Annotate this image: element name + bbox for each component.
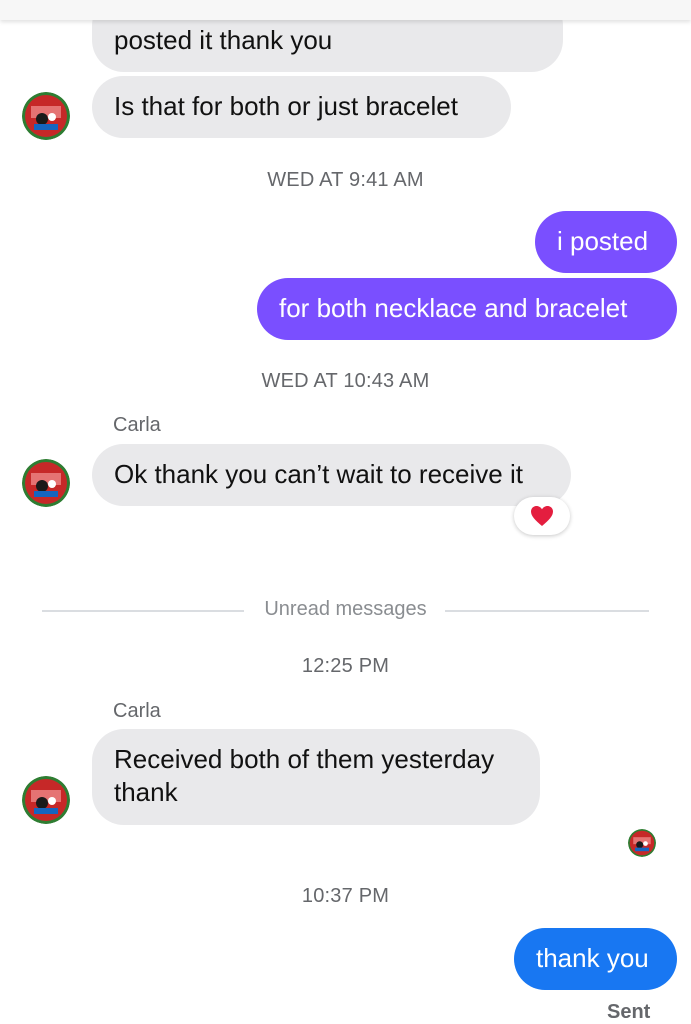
unread-label: Unread messages xyxy=(264,598,427,620)
message-status: Sent xyxy=(607,1001,651,1023)
unread-divider: Unread messages xyxy=(42,598,649,624)
incoming-message[interactable]: Is that for both or just bracelet xyxy=(92,76,511,138)
timestamp: WED AT 9:41 AM xyxy=(267,169,424,191)
outgoing-message[interactable]: for both necklace and bracelet xyxy=(257,278,677,340)
contact-avatar[interactable] xyxy=(22,459,70,507)
incoming-message[interactable]: Received both of them yesterday thank xyxy=(92,729,540,825)
message-text: Received both of them yesterday thank xyxy=(114,744,495,807)
outgoing-message[interactable]: i posted xyxy=(535,211,677,273)
contact-avatar[interactable] xyxy=(22,92,70,140)
header-bar xyxy=(0,0,691,20)
timestamp: 12:25 PM xyxy=(301,655,390,677)
message-text: posted it thank you xyxy=(114,25,333,55)
sender-name: Carla xyxy=(113,700,161,722)
message-text: Is that for both or just bracelet xyxy=(114,91,458,121)
timestamp: 10:37 PM xyxy=(301,885,390,907)
message-reaction[interactable] xyxy=(514,497,570,535)
timestamp: WED AT 10:43 AM xyxy=(261,370,430,392)
seen-avatar xyxy=(628,829,656,857)
sender-name: Carla xyxy=(113,414,161,436)
incoming-message[interactable]: Ok thank you can’t wait to receive it xyxy=(92,444,571,506)
message-text: Ok thank you can’t wait to receive it xyxy=(114,459,523,489)
message-text: i posted xyxy=(557,226,649,256)
heart-icon xyxy=(531,506,553,526)
contact-avatar[interactable] xyxy=(22,776,70,824)
outgoing-message[interactable]: thank you xyxy=(514,928,677,990)
message-text: for both necklace and bracelet xyxy=(279,293,628,323)
message-text: thank you xyxy=(536,943,649,973)
